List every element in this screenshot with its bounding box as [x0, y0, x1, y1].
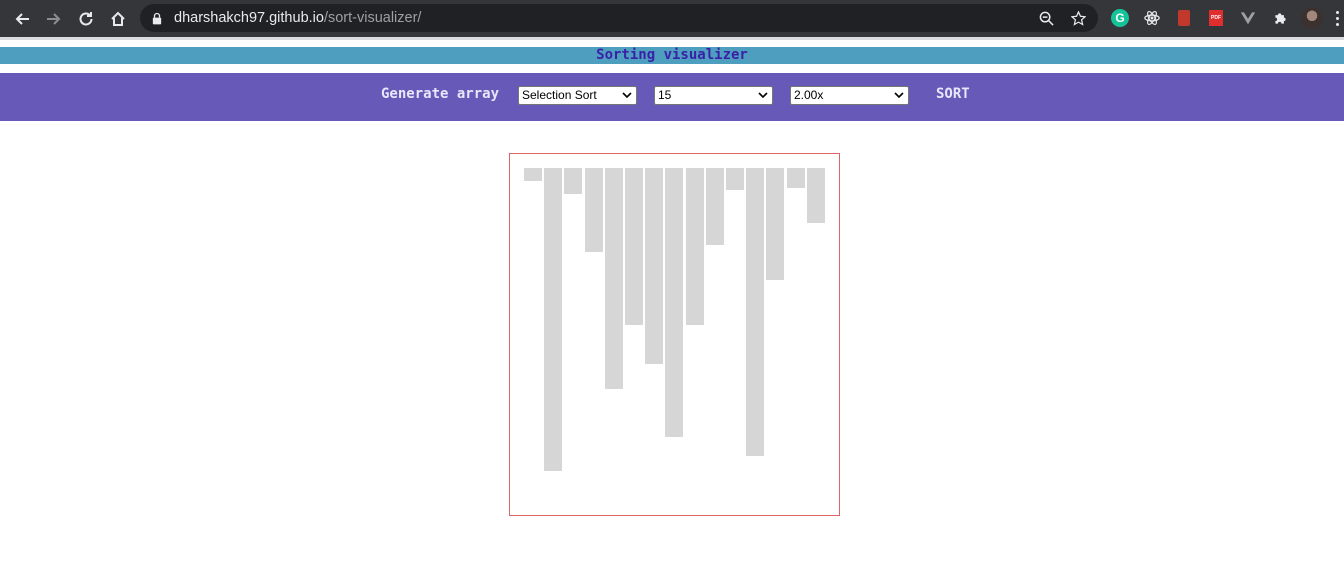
extensions-puzzle-icon[interactable]: [1268, 6, 1292, 30]
array-bar: [685, 168, 704, 325]
grammarly-extension-icon[interactable]: G: [1108, 6, 1132, 30]
browser-toolbar: dharshakch97.github.io/sort-visualizer/ …: [0, 0, 1344, 37]
zoom-icon[interactable]: [1036, 8, 1056, 28]
url-host: dharshakch97.github.io: [174, 10, 324, 26]
reload-icon: [79, 11, 93, 25]
array-bar: [604, 168, 623, 389]
profile-avatar[interactable]: [1300, 6, 1324, 30]
speed-select-value: 2.00x: [794, 88, 824, 102]
arrow-left-icon: [15, 12, 29, 25]
algorithm-select[interactable]: Selection Sort: [518, 86, 637, 105]
menu-dots-icon[interactable]: [1336, 10, 1342, 26]
react-devtools-icon[interactable]: [1140, 6, 1164, 30]
array-bar: [665, 168, 684, 437]
address-bar[interactable]: dharshakch97.github.io/sort-visualizer/: [140, 4, 1098, 32]
vue-devtools-icon[interactable]: [1236, 6, 1260, 30]
book-extension-icon[interactable]: [1172, 6, 1196, 30]
speed-select[interactable]: 2.00x: [790, 86, 909, 105]
sort-button[interactable]: SORT: [936, 86, 970, 102]
array-bar: [726, 168, 744, 190]
url-path: /sort-visualizer/: [323, 10, 422, 26]
algorithm-select-value: Selection Sort: [522, 88, 597, 102]
array-bar: [786, 168, 805, 188]
forward-button[interactable]: [40, 5, 68, 33]
tab-strip-edge: [0, 37, 1344, 40]
chevron-down-icon: [622, 92, 632, 99]
pdf-extension-icon[interactable]: PDF: [1204, 6, 1228, 30]
array-bar: [705, 168, 724, 245]
home-icon: [111, 11, 125, 26]
lock-icon: [152, 11, 164, 25]
array-bar: [584, 168, 603, 252]
array-bar: [806, 168, 825, 223]
array-bar: [544, 168, 563, 471]
array-bar: [625, 168, 643, 325]
array-visualization: [509, 153, 840, 516]
home-button[interactable]: [104, 5, 132, 33]
array-bar: [766, 168, 785, 280]
reload-button[interactable]: [72, 5, 100, 33]
chevron-down-icon: [894, 92, 904, 99]
arrow-right-icon: [47, 12, 61, 25]
array-size-select[interactable]: 15: [654, 86, 773, 105]
array-bar: [645, 168, 664, 364]
back-button[interactable]: [8, 5, 36, 33]
chevron-down-icon: [758, 92, 768, 99]
page-title: Sorting visualizer: [0, 47, 1344, 64]
array-bar: [746, 168, 765, 456]
array-bar: [524, 168, 542, 181]
bookmark-star-icon[interactable]: [1068, 8, 1088, 28]
array-size-select-value: 15: [658, 88, 672, 102]
url-text: dharshakch97.github.io/sort-visualizer/: [174, 10, 421, 26]
array-bar: [564, 168, 583, 194]
generate-array-button[interactable]: Generate array: [381, 86, 499, 102]
controls-bar: Generate array Selection Sort 15 2.00x S…: [0, 73, 1344, 121]
